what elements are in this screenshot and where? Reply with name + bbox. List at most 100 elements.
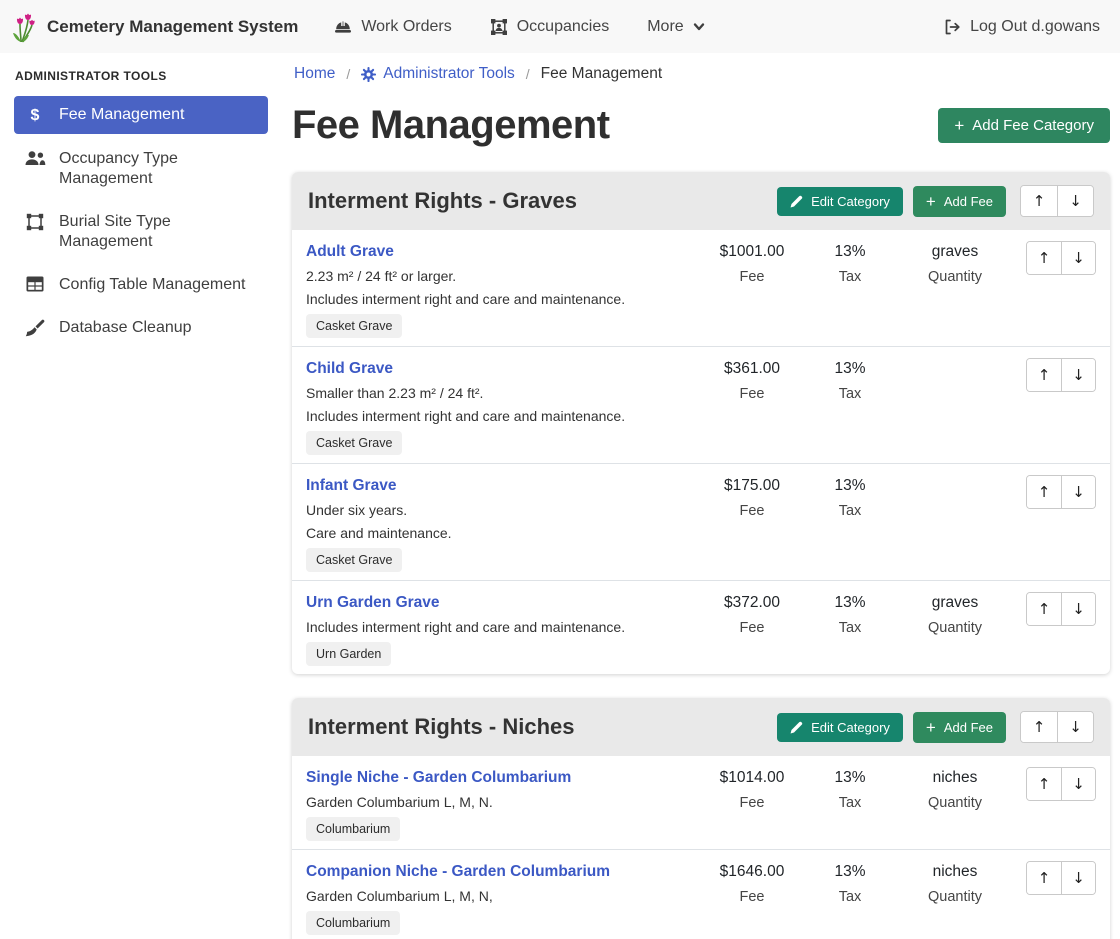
move-fee-up-button[interactable]: ↑ [1027,476,1061,508]
arrow-down-icon: ↓ [1072,485,1085,500]
fee-name-link[interactable]: Urn Garden Grave [306,594,440,612]
quantity-column [896,475,1014,477]
add-fee-button[interactable]: + Add Fee [913,712,1006,743]
quantity-column [896,358,1014,360]
tax-value: 13% [804,243,896,261]
logout-link[interactable]: Log Out d.gowans [943,18,1100,36]
reorder-fee-buttons: ↑ ↓ [1026,592,1096,626]
fee-row: Adult Grave 2.23 m² / 24 ft² or larger. … [292,230,1110,346]
tax-label: Tax [804,889,896,905]
fee-type-badge: Casket Grave [306,314,402,338]
breadcrumb-separator: / [346,66,350,82]
arrow-up-icon: ↑ [1033,720,1046,735]
fee-amount-column: $1014.00 Fee [700,767,804,811]
fee-description: Includes interment right and care and ma… [306,291,694,307]
sidebar-item-database-cleanup[interactable]: Database Cleanup [14,310,268,346]
sidebar-item-label: Config Table Management [59,275,246,295]
quantity-unit: graves [896,594,1014,612]
nav-occupancies[interactable]: Occupancies [490,18,610,36]
page-layout: ADMINISTRATOR TOOLS $ Fee Management Occ… [0,53,1120,939]
arrow-up-icon: ↑ [1038,368,1051,383]
arrow-up-icon: ↑ [1038,485,1051,500]
vector-square-icon [24,213,46,231]
move-fee-up-button[interactable]: ↑ [1027,862,1061,894]
move-fee-down-button[interactable]: ↓ [1061,593,1095,625]
fee-info: Adult Grave 2.23 m² / 24 ft² or larger. … [306,241,700,338]
category-header: Interment Rights - Niches Edit Category … [292,698,1110,756]
move-fee-down-button[interactable]: ↓ [1061,768,1095,800]
reorder-category-buttons: ↑ ↓ [1020,711,1094,743]
app-title: Cemetery Management System [47,17,298,37]
fee-description: Garden Columbarium L, M, N. [306,794,694,810]
fee-description: Under six years. [306,502,694,518]
fee-info: Companion Niche - Garden Columbarium Gar… [306,861,700,935]
move-fee-up-button[interactable]: ↑ [1027,593,1061,625]
move-fee-down-button[interactable]: ↓ [1061,359,1095,391]
fee-name-link[interactable]: Companion Niche - Garden Columbarium [306,863,610,881]
breadcrumb-admin-tools-label: Administrator Tools [383,65,515,83]
fee-name-link[interactable]: Adult Grave [306,243,394,261]
move-category-down-button[interactable]: ↓ [1057,186,1093,216]
fee-label: Fee [700,889,804,905]
fee-amount-column: $1646.00 Fee [700,861,804,905]
move-fee-down-button[interactable]: ↓ [1061,862,1095,894]
sidebar-item-config-table-management[interactable]: Config Table Management [14,267,268,303]
edit-category-button[interactable]: Edit Category [777,187,903,216]
navbar-left: Cemetery Management System Work Orders [12,11,943,43]
page-title: Fee Management [292,103,610,148]
move-fee-down-button[interactable]: ↓ [1061,476,1095,508]
move-fee-down-button[interactable]: ↓ [1061,242,1095,274]
fee-name-link[interactable]: Child Grave [306,360,393,378]
nav-more-label: More [647,18,683,36]
breadcrumb-current: Fee Management [541,65,663,83]
fee-amount: $175.00 [700,477,804,495]
tax-value: 13% [804,863,896,881]
nav-more-dropdown[interactable]: More [647,18,704,36]
tax-column: 13% Tax [804,241,896,285]
move-category-up-button[interactable]: ↑ [1021,712,1057,742]
sidebar-item-label: Fee Management [59,105,184,125]
tax-label: Tax [804,795,896,811]
fee-amount: $361.00 [700,360,804,378]
add-fee-category-button[interactable]: + Add Fee Category [938,108,1110,143]
add-fee-button[interactable]: + Add Fee [913,186,1006,217]
fee-name-link[interactable]: Infant Grave [306,477,396,495]
move-fee-up-button[interactable]: ↑ [1027,242,1061,274]
arrow-down-icon: ↓ [1069,720,1082,735]
tax-column: 13% Tax [804,475,896,519]
fee-type-badge: Casket Grave [306,431,402,455]
quantity-label: Quantity [896,269,1014,285]
fee-label: Fee [700,386,804,402]
fee-amount-column: $175.00 Fee [700,475,804,519]
top-navbar: Cemetery Management System Work Orders [0,0,1120,53]
fee-description: Care and maintenance. [306,525,694,541]
fee-amount-column: $372.00 Fee [700,592,804,636]
arrow-up-icon: ↑ [1038,251,1051,266]
move-category-down-button[interactable]: ↓ [1057,712,1093,742]
fee-description: 2.23 m² / 24 ft² or larger. [306,268,694,284]
sidebar-item-occupancy-type-management[interactable]: Occupancy Type Management [14,141,268,197]
breadcrumb-admin-tools-link[interactable]: Administrator Tools [361,65,515,83]
move-fee-up-button[interactable]: ↑ [1027,768,1061,800]
pencil-icon [790,721,803,734]
reorder-category-buttons: ↑ ↓ [1020,185,1094,217]
sidebar-item-label: Database Cleanup [59,318,192,338]
edit-category-button[interactable]: Edit Category [777,713,903,742]
sidebar-item-burial-site-type-management[interactable]: Burial Site Type Management [14,204,268,260]
dollar-icon: $ [24,106,46,125]
fee-amount: $1646.00 [700,863,804,881]
fee-row: Companion Niche - Garden Columbarium Gar… [292,849,1110,939]
quantity-label: Quantity [896,889,1014,905]
tax-label: Tax [804,620,896,636]
breadcrumb-home-link[interactable]: Home [294,65,335,83]
nav-work-orders[interactable]: Work Orders [334,18,451,36]
move-category-up-button[interactable]: ↑ [1021,186,1057,216]
sidebar-item-label: Burial Site Type Management [59,212,258,252]
move-fee-up-button[interactable]: ↑ [1027,359,1061,391]
fee-type-badge: Columbarium [306,911,400,935]
sidebar-item-fee-management[interactable]: $ Fee Management [14,96,268,134]
fee-name-link[interactable]: Single Niche - Garden Columbarium [306,769,571,787]
quantity-column: niches Quantity [896,861,1014,905]
arrow-down-icon: ↓ [1072,602,1085,617]
arrow-down-icon: ↓ [1072,368,1085,383]
